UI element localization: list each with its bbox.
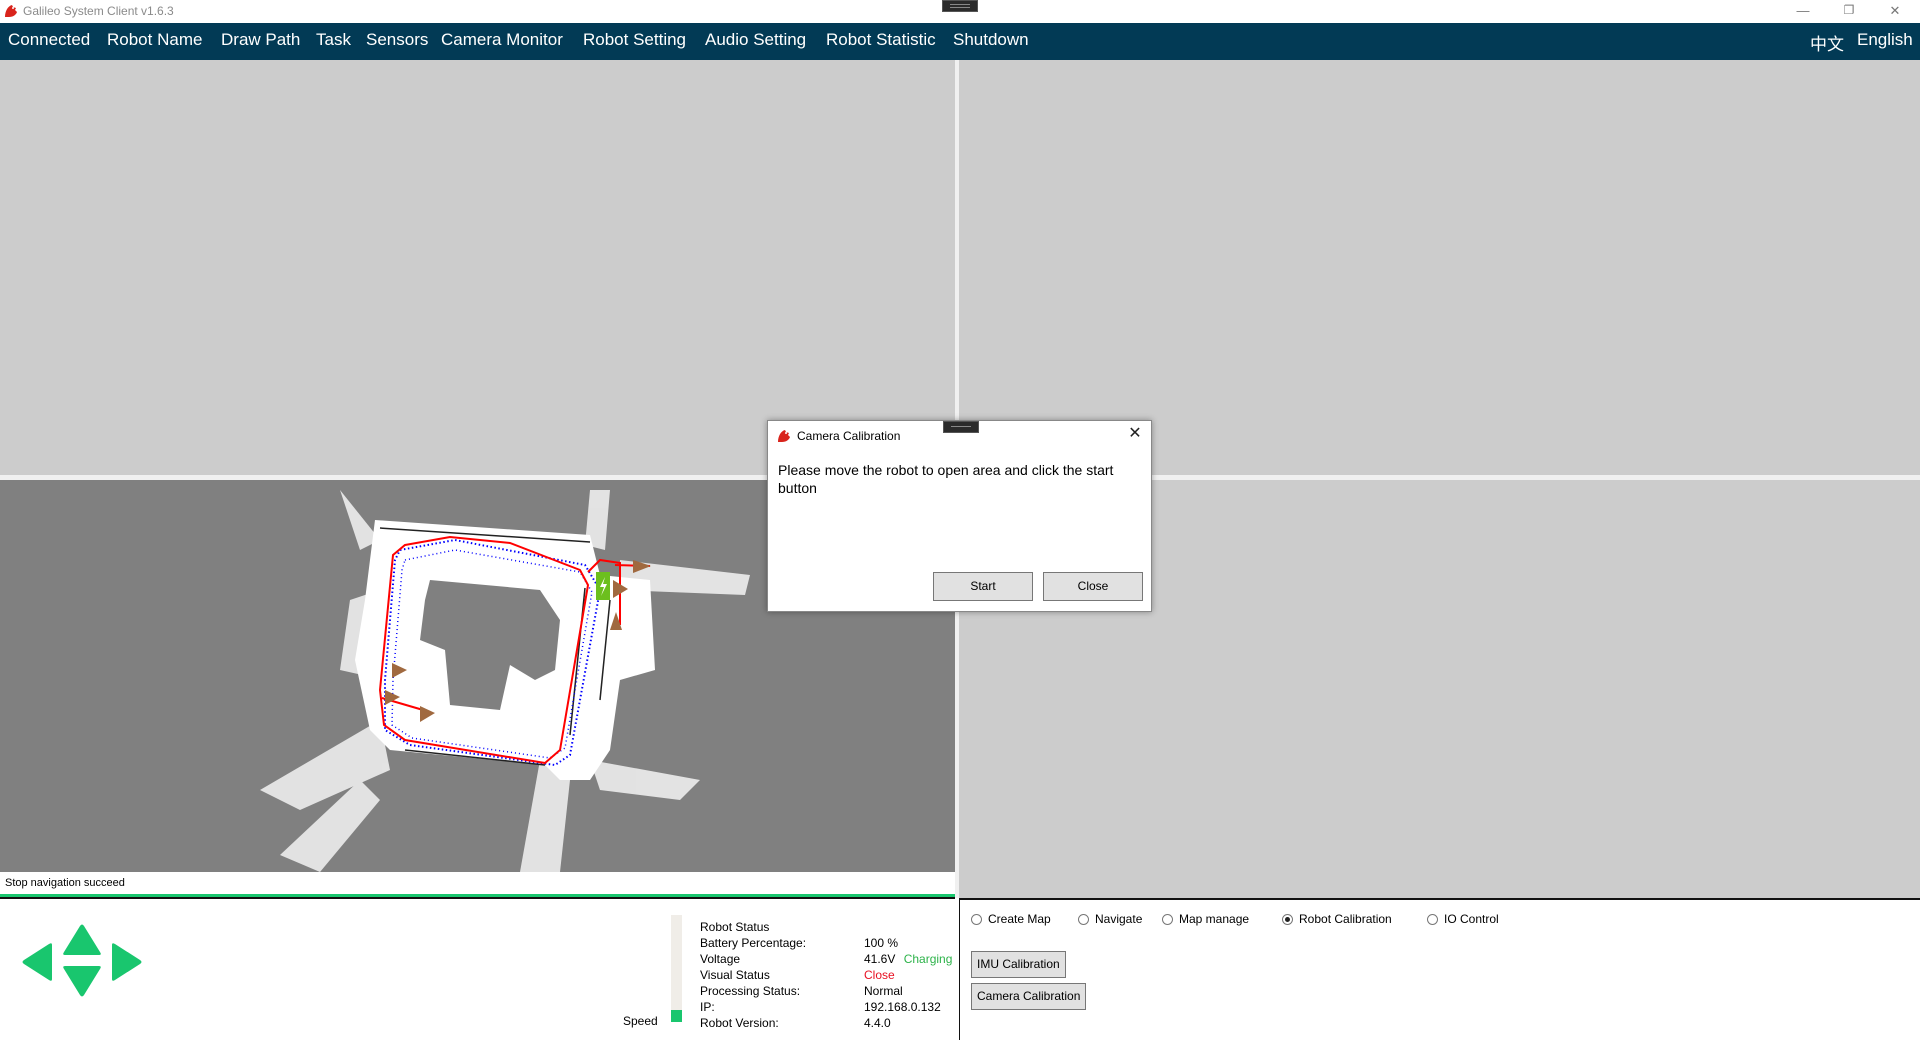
main-navbar: Connected Robot Name Draw Path Task Sens…	[0, 23, 1920, 60]
ip-value: 192.168.0.132	[864, 1000, 941, 1014]
radio-indicator[interactable]	[1282, 913, 1293, 925]
speed-label: Speed	[623, 1014, 658, 1028]
battery-label: Battery Percentage:	[700, 936, 807, 950]
processing-status-label: Processing Status:	[700, 984, 801, 998]
nav-robot-setting[interactable]: Robot Setting	[583, 30, 686, 50]
radio-label: IO Control	[1444, 912, 1499, 926]
camera-calibration-button[interactable]: Camera Calibration	[971, 983, 1087, 1010]
nav-audio-setting[interactable]: Audio Setting	[705, 30, 806, 50]
radio-label: Navigate	[1095, 912, 1143, 926]
lang-english[interactable]: English	[1857, 30, 1913, 50]
radio-indicator[interactable]	[1078, 913, 1089, 925]
camera-calibration-dialog: Camera Calibration ✕ Please move the rob…	[767, 420, 1152, 612]
speed-meter	[671, 915, 682, 1022]
radio-label: Map manage	[1179, 912, 1250, 926]
radio-indicator[interactable]	[1427, 913, 1438, 925]
radio-indicator[interactable]	[1162, 913, 1173, 925]
visual-status-label: Visual Status	[700, 968, 770, 982]
voltage-reading: 41.6V	[864, 952, 896, 966]
charging-station-icon[interactable]	[596, 572, 610, 600]
radio-indicator[interactable]	[971, 913, 982, 925]
robot-version-value: 4.4.0	[864, 1016, 891, 1030]
robot-status-heading: Robot Status	[700, 920, 770, 934]
radio-map-manage[interactable]: Map manage	[1162, 912, 1249, 926]
nav-sensors[interactable]: Sensors	[366, 30, 428, 50]
nav-camera-monitor[interactable]: Camera Monitor	[441, 30, 563, 50]
map-interior-block	[505, 705, 555, 745]
visual-status-value: Close	[864, 968, 895, 982]
status-bar: Stop navigation succeed	[0, 872, 955, 894]
window-titlebar: Galileo System Client v1.6.3 — ❐ ✕	[0, 0, 1920, 23]
camera-panel-top-right	[959, 60, 1920, 475]
charging-status: Charging	[903, 952, 953, 966]
arrow-left-button[interactable]	[20, 942, 56, 982]
close-icon[interactable]: ✕	[1125, 424, 1145, 444]
dialog-close-button[interactable]: Close	[1043, 572, 1143, 601]
radio-create-map[interactable]: Create Map	[971, 912, 1051, 926]
nav-draw-path[interactable]: Draw Path	[221, 30, 300, 50]
nav-robot-statistic[interactable]: Robot Statistic	[826, 30, 936, 50]
lang-chinese[interactable]: 中文	[1810, 30, 1844, 55]
arrow-down-button[interactable]	[62, 963, 102, 999]
radio-robot-calibration[interactable]: Robot Calibration	[1282, 912, 1392, 926]
mode-panel: Create Map Navigate Map manage Robot Cal…	[959, 898, 1920, 1040]
radio-label: Robot Calibration	[1299, 912, 1392, 926]
status-message: Stop navigation succeed	[5, 877, 125, 889]
battery-value: 100 %	[864, 936, 899, 950]
nav-shutdown[interactable]: Shutdown	[953, 30, 1029, 50]
galileo-logo-icon	[5, 5, 17, 17]
nav-task[interactable]: Task	[316, 30, 351, 50]
voltage-value: 41.6V Charging	[864, 952, 952, 966]
ip-label: IP:	[700, 1000, 715, 1014]
dialog-drag-handle[interactable]	[943, 421, 979, 433]
speed-meter-fill	[671, 1010, 682, 1022]
radio-label: Create Map	[988, 912, 1051, 926]
nav-robot-name[interactable]: Robot Name	[107, 30, 202, 50]
arrow-up-button[interactable]	[62, 922, 102, 958]
restore-button[interactable]: ❐	[1826, 0, 1872, 23]
dialog-title: Camera Calibration	[797, 429, 901, 443]
minimize-button[interactable]: —	[1780, 0, 1826, 23]
imu-calibration-button[interactable]: IMU Calibration	[971, 951, 1066, 978]
radio-io-control[interactable]: IO Control	[1427, 912, 1499, 926]
camera-panel-top-left	[0, 60, 955, 475]
start-button[interactable]: Start	[933, 572, 1033, 601]
window-title: Galileo System Client v1.6.3	[23, 4, 174, 18]
processing-status-value: Normal	[864, 984, 903, 998]
dialog-message: Please move the robot to open area and c…	[778, 462, 1114, 496]
voltage-label: Voltage	[700, 952, 741, 966]
galileo-logo-icon	[778, 430, 790, 442]
nav-connected[interactable]: Connected	[8, 30, 90, 50]
robot-version-label: Robot Version:	[700, 1016, 779, 1030]
drag-handle[interactable]	[942, 0, 978, 12]
close-window-button[interactable]: ✕	[1872, 0, 1918, 23]
arrow-right-button[interactable]	[108, 942, 144, 982]
radio-navigate[interactable]: Navigate	[1078, 912, 1142, 926]
